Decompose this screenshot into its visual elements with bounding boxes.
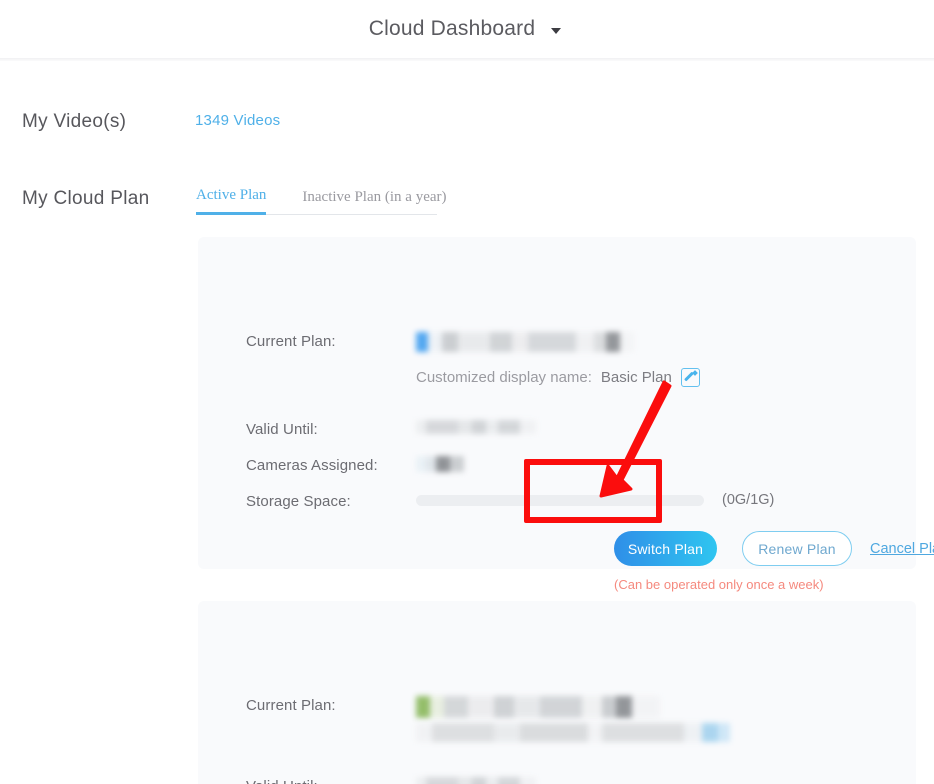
app-header: Cloud Dashboard: [0, 0, 934, 58]
row-cameras-assigned: Cameras Assigned:: [246, 456, 464, 474]
label-current-plan-2: Current Plan:: [246, 697, 336, 714]
value-cameras-assigned: [416, 456, 464, 472]
label-cameras-assigned: Cameras Assigned:: [246, 457, 378, 474]
page-body: My Video(s) 1349 Videos My Cloud Plan Ac…: [0, 61, 934, 784]
page-title: Cloud Dashboard: [368, 17, 536, 40]
value-valid-until-2: [416, 777, 536, 784]
section-label-videos: My Video(s): [22, 111, 127, 132]
row-current-plan: Current Plan: Customized display name: B…: [246, 332, 700, 387]
value-current-plan-2: [416, 696, 730, 742]
redacted-cameras-assigned: [416, 456, 464, 472]
plan-action-row: Switch Plan Renew Plan Cancel Plan: [614, 531, 934, 566]
row-storage-space: Storage Space: (0G/1G): [246, 492, 774, 510]
switch-plan-button[interactable]: Switch Plan: [614, 531, 717, 566]
redacted-plan-name: [416, 332, 634, 352]
value-current-plan: Customized display name: Basic Plan: [416, 332, 700, 387]
cancel-plan-link[interactable]: Cancel Plan: [870, 541, 934, 557]
row-current-plan-2: Current Plan:: [246, 696, 730, 742]
row-valid-until-2: Valid Until:: [246, 777, 536, 784]
redacted-plan-name-2: [416, 696, 660, 718]
renew-frequency-note: (Can be operated only once a week): [614, 577, 824, 592]
renew-plan-button[interactable]: Renew Plan: [742, 531, 852, 566]
chevron-down-icon[interactable]: [551, 27, 562, 34]
value-customized-display-name: Basic Plan: [600, 369, 672, 386]
storage-progress-bar: [416, 494, 704, 506]
label-valid-until: Valid Until:: [246, 421, 318, 438]
redacted-valid-until: [416, 420, 536, 434]
value-valid-until: [416, 420, 536, 434]
section-label-cloud-plan: My Cloud Plan: [22, 188, 150, 209]
label-customized-display-name: Customized display name:: [416, 369, 592, 386]
header-title-dropdown[interactable]: Cloud Dashboard: [368, 17, 562, 41]
tab-active-plan[interactable]: Active Plan: [196, 187, 267, 215]
label-storage-space: Storage Space:: [246, 493, 351, 510]
plan-card-active: Current Plan: Customized display name: B…: [198, 237, 934, 592]
label-current-plan: Current Plan:: [246, 333, 336, 350]
plan-card-secondary: Current Plan: Valid Until: Cameras Assig…: [198, 601, 916, 784]
tab-inactive-plan[interactable]: Inactive Plan (in a year): [302, 189, 446, 214]
plan-tabs: Active Plan Inactive Plan (in a year): [196, 187, 447, 215]
redacted-plan-detail-2: [416, 723, 730, 742]
label-valid-until-2: Valid Until:: [246, 777, 416, 784]
row-valid-until: Valid Until:: [246, 420, 536, 438]
value-storage-space: (0G/1G): [416, 492, 774, 508]
edit-pencil-icon[interactable]: [680, 368, 700, 387]
customized-display-name-row: Customized display name: Basic Plan: [416, 368, 700, 387]
storage-usage-text: (0G/1G): [722, 492, 775, 508]
redacted-valid-until-2: [416, 777, 536, 784]
videos-count-link[interactable]: 1349 Videos: [195, 112, 280, 129]
